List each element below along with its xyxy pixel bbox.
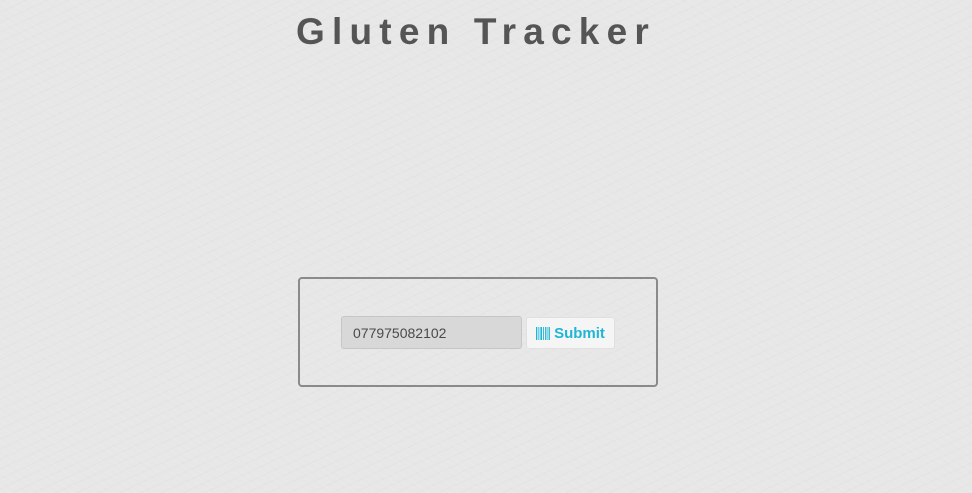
barcode-form-panel: Submit — [298, 277, 658, 387]
barcode-icon — [536, 326, 551, 340]
barcode-input[interactable] — [341, 316, 522, 349]
submit-label: Submit — [554, 324, 605, 342]
page-title: Gluten Tracker — [296, 11, 656, 52]
submit-button[interactable]: Submit — [526, 317, 615, 349]
